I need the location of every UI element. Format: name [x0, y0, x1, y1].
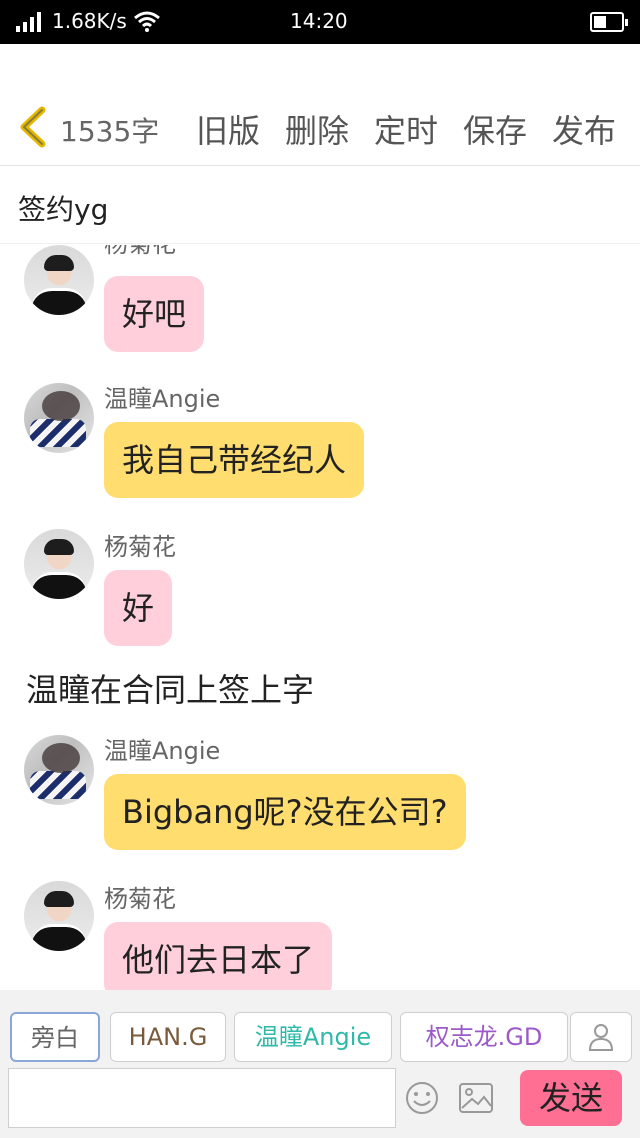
message-bubble[interactable]: 我自己带经纪人	[104, 422, 365, 498]
message-bubble[interactable]: 好	[104, 570, 173, 646]
message-input[interactable]	[8, 1068, 396, 1128]
sender-name: 杨菊花	[104, 885, 176, 913]
signal-icon	[16, 12, 44, 32]
delete-button[interactable]: 删除	[285, 106, 349, 152]
status-bar: 1.68K/s 14:20	[0, 0, 640, 44]
sender-name: 温瞳Angie	[104, 385, 221, 413]
avatar[interactable]	[24, 245, 94, 315]
message-bubble[interactable]: Bigbang呢?没在公司?	[104, 774, 466, 850]
user-icon	[588, 1024, 614, 1051]
character-angie-button[interactable]: 温瞳Angie	[234, 1012, 392, 1062]
chat-area[interactable]: 杨菊花 好吧 温瞳Angie 我自己带经纪人 杨菊花 好 温瞳在合同上签上字 温…	[0, 245, 640, 990]
wifi-icon	[134, 11, 160, 32]
battery-icon	[590, 12, 628, 32]
word-count: 1535字	[60, 115, 160, 148]
sender-name: 杨菊花	[104, 533, 176, 561]
narration-text[interactable]: 温瞳在合同上签上字	[26, 665, 314, 711]
avatar[interactable]	[24, 529, 94, 599]
input-bar: 发送	[0, 1066, 640, 1138]
schedule-button[interactable]: 定时	[374, 106, 438, 152]
avatar[interactable]	[24, 881, 94, 951]
editor-toolbar: 1535字 旧版 删除 定时 保存 发布	[0, 44, 640, 166]
avatar[interactable]	[24, 735, 94, 805]
send-button[interactable]: 发送	[520, 1070, 622, 1126]
avatar[interactable]	[24, 383, 94, 453]
image-icon[interactable]	[458, 1082, 494, 1114]
character-selector: 旁白 HAN.G 温瞳Angie 权志龙.GD	[0, 990, 640, 1066]
sender-name: 杨菊花	[104, 245, 176, 259]
character-narrator-button[interactable]: 旁白	[10, 1012, 100, 1062]
add-character-button[interactable]	[570, 1012, 632, 1062]
network-speed: 1.68K/s	[52, 9, 127, 33]
save-button[interactable]: 保存	[463, 106, 527, 152]
story-title[interactable]: 签约yg	[18, 188, 108, 228]
message-bubble[interactable]: 好吧	[104, 276, 205, 352]
clock: 14:20	[290, 9, 348, 33]
emoji-icon[interactable]	[404, 1080, 440, 1116]
old-version-button[interactable]: 旧版	[196, 106, 260, 152]
character-han-g-button[interactable]: HAN.G	[110, 1012, 226, 1062]
character-gd-button[interactable]: 权志龙.GD	[400, 1012, 568, 1062]
back-arrow-icon[interactable]	[16, 106, 50, 148]
story-title-row[interactable]: 签约yg	[0, 166, 640, 244]
message-bubble[interactable]: 他们去日本了	[104, 922, 333, 990]
sender-name: 温瞳Angie	[104, 737, 221, 765]
publish-button[interactable]: 发布	[552, 106, 616, 152]
